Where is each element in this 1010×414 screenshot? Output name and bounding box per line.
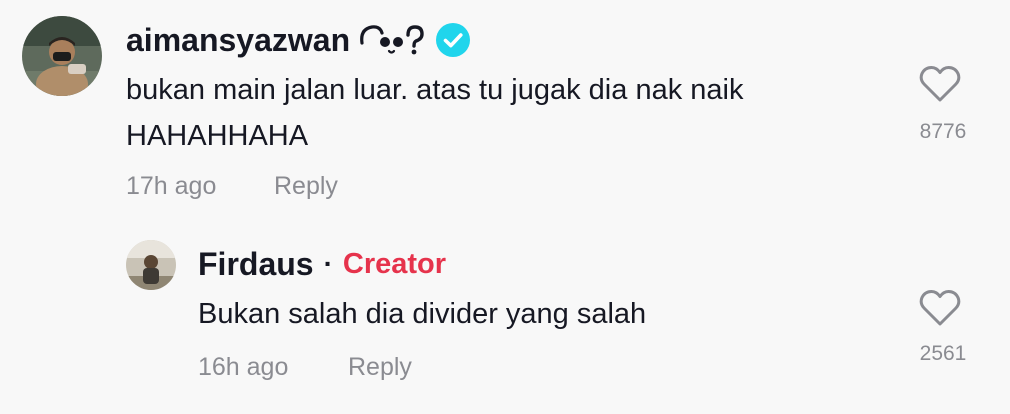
creator-badge: Creator	[342, 247, 447, 280]
timestamp: 16h ago	[198, 353, 289, 381]
comment-text: Bukan salah dia divider yang salah	[198, 298, 647, 330]
avatar[interactable]	[22, 16, 102, 96]
reply-header: Firdaus · Creator	[198, 242, 446, 286]
comment-text-line: HAHAHHAHA	[126, 120, 309, 152]
username[interactable]: aimansyazwan	[126, 20, 350, 60]
verified-badge-icon	[436, 23, 471, 57]
avatar-image	[126, 240, 176, 290]
reply-button[interactable]: Reply	[348, 353, 412, 382]
separator: ·	[323, 248, 333, 279]
timestamp: 17h ago	[126, 172, 217, 200]
avatar-image	[22, 16, 102, 96]
heart-outline-icon	[919, 290, 961, 326]
like-button[interactable]	[918, 64, 962, 104]
comment-header: aimansyazwan	[126, 18, 471, 62]
panda-face-icon	[358, 23, 424, 57]
like-button[interactable]	[918, 288, 962, 328]
reply-button[interactable]: Reply	[274, 172, 338, 201]
comment-text-line: bukan main jalan luar. atas tu jugak dia…	[126, 74, 744, 106]
comment-text: bukan main jalan luar. atas tu jugak dia…	[126, 70, 886, 156]
heart-outline-icon	[919, 66, 961, 102]
avatar[interactable]	[126, 240, 176, 290]
like-count: 8776	[919, 120, 967, 143]
like-count: 2561	[919, 342, 967, 365]
username[interactable]: Firdaus	[198, 244, 314, 284]
